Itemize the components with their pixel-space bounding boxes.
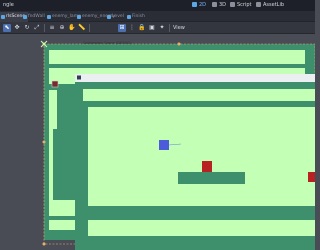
game-room-top	[83, 89, 315, 101]
resize-handle[interactable]	[42, 140, 46, 144]
resize-handle[interactable]	[42, 242, 46, 246]
game-room-lower	[88, 220, 315, 236]
ruler-tool-icon[interactable]: 📏	[78, 24, 86, 32]
scene-canvas	[40, 40, 315, 250]
lock-icon[interactable]: 🔒	[138, 24, 146, 32]
select-tool-icon[interactable]: ⬉	[3, 24, 11, 32]
assetlib-workspace-icon	[256, 2, 261, 7]
editor-enemy-marker[interactable]	[51, 80, 59, 88]
3d-workspace-icon	[212, 2, 217, 7]
game-window-titlebar[interactable]	[75, 74, 315, 82]
game-raised-platform	[178, 172, 245, 184]
workspace-2d-button[interactable]: 2D	[199, 2, 206, 9]
scene-icon	[1, 15, 5, 19]
scene-icon	[23, 15, 27, 19]
scene-icon	[107, 15, 111, 19]
scene-menu-label[interactable]: ngle	[3, 2, 14, 9]
game-window-icon	[77, 75, 81, 80]
resize-handle[interactable]	[177, 42, 181, 46]
bone-icon[interactable]: ✦	[158, 24, 166, 32]
toolbar-divider	[89, 24, 90, 32]
snap-options-icon[interactable]: ⋮	[128, 24, 136, 32]
editor-top-bar: ngle 2D 3D Script AssetLib	[0, 0, 315, 11]
move-tool-icon[interactable]: ✥	[13, 24, 21, 32]
level-left-gap	[49, 90, 53, 210]
snap-toggle-icon[interactable]: ⊞	[118, 24, 126, 32]
level-room-lower-left	[49, 200, 75, 216]
list-select-icon[interactable]: ≡	[48, 24, 56, 32]
canvas-viewport[interactable]: Gallowseer Game (DEBUG)	[0, 34, 315, 250]
tab-label: Finish	[132, 14, 145, 19]
game-room-main	[88, 107, 315, 207]
level-room-top	[49, 50, 305, 64]
script-workspace-icon	[230, 2, 235, 7]
player	[159, 140, 169, 150]
game-debug-window[interactable]	[75, 74, 315, 250]
scale-tool-icon[interactable]: ⤢	[33, 24, 41, 32]
game-floor-strip	[88, 206, 315, 214]
view-menu-button[interactable]: View	[173, 25, 185, 32]
workspace-assetlib-button[interactable]: AssetLib	[263, 2, 284, 9]
toolbar-divider	[169, 24, 170, 32]
pivot-tool-icon[interactable]: ⊕	[58, 24, 66, 32]
game-window-title: Gallowseer Game (DEBUG)	[83, 40, 132, 45]
toolbar-divider	[44, 24, 45, 32]
scene-tabs: rlsScene fndWall enemy_lamp enemy_enemy …	[0, 11, 315, 22]
scene-icon	[77, 15, 81, 19]
scene-icon	[47, 15, 51, 19]
tab-label: Level	[112, 14, 124, 19]
workspace-3d-button[interactable]: 3D	[219, 2, 226, 9]
pan-tool-icon[interactable]: ✋	[68, 24, 76, 32]
stairs-gap	[53, 90, 57, 129]
canvas-toolbar: ⬉ ✥ ↻ ⤢ ≡ ⊕ ✋ 📏 ⊞ ⋮ 🔒 ▣ ✦ View	[0, 22, 315, 34]
tab-label: fndWall	[28, 14, 45, 19]
scene-icon	[127, 15, 131, 19]
enemy	[202, 161, 212, 172]
group-icon[interactable]: ▣	[148, 24, 156, 32]
tab-finish[interactable]: Finish	[126, 12, 154, 22]
rotate-tool-icon[interactable]: ↻	[23, 24, 31, 32]
enemy	[308, 172, 315, 182]
workspace-script-button[interactable]: Script	[237, 2, 252, 9]
2d-workspace-icon	[192, 2, 197, 7]
